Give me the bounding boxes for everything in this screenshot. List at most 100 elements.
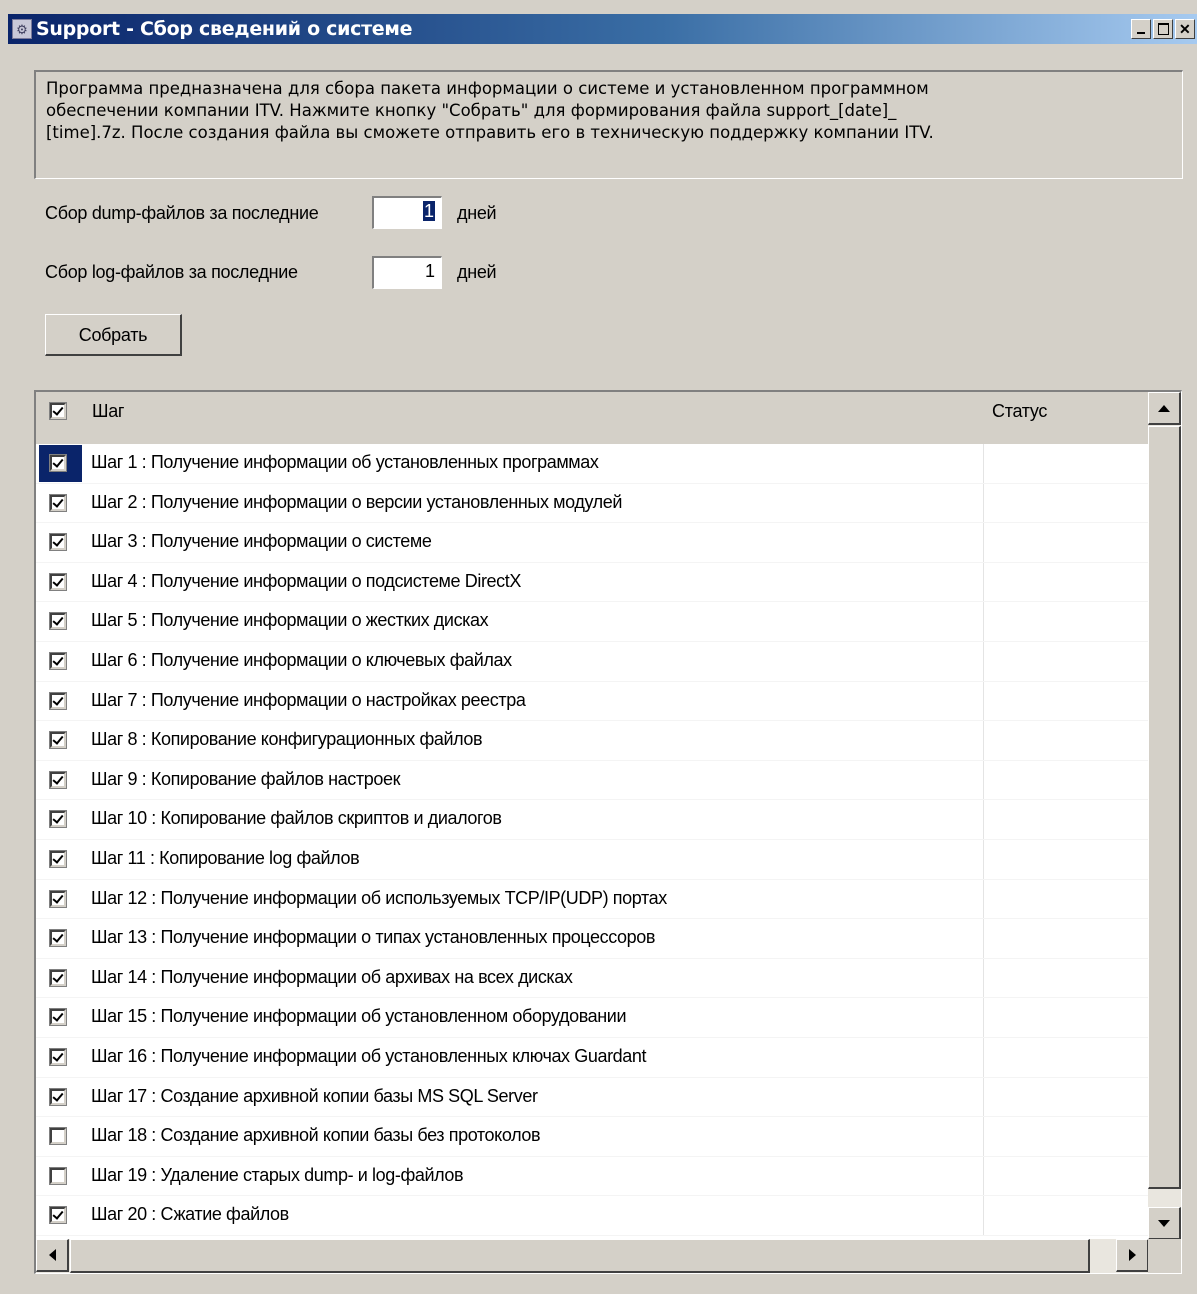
- select-all-checkbox[interactable]: [49, 402, 67, 420]
- vertical-scrollbar[interactable]: [1148, 392, 1181, 1240]
- step-row[interactable]: Шаг 12 : Получение информации об использ…: [36, 879, 1149, 920]
- vertical-scroll-thumb[interactable]: [1148, 426, 1181, 1189]
- column-divider: [983, 1038, 984, 1078]
- step-checkbox[interactable]: [49, 533, 67, 552]
- step-row[interactable]: Шаг 17 : Создание архивной копии базы MS…: [36, 1077, 1149, 1118]
- step-row[interactable]: Шаг 5 : Получение информации о жестких д…: [36, 602, 1149, 642]
- step-label: Шаг 10 : Копирование файлов скриптов и д…: [91, 808, 502, 829]
- column-divider: [983, 681, 984, 722]
- column-divider: [983, 760, 984, 801]
- horizontal-scrollbar[interactable]: [36, 1239, 1149, 1273]
- step-label: Шаг 6 : Получение информации о ключевых …: [91, 650, 512, 670]
- column-divider: [983, 1196, 984, 1236]
- collect-button[interactable]: Собрать: [45, 314, 182, 356]
- maximize-button[interactable]: [1153, 19, 1173, 39]
- step-label: Шаг 3 : Получение информации о системе: [91, 531, 432, 552]
- step-row[interactable]: Шаг 14 : Получение информации об архивах…: [36, 958, 1149, 999]
- close-button[interactable]: [1175, 19, 1195, 39]
- scroll-right-button[interactable]: [1116, 1239, 1149, 1272]
- step-row[interactable]: Шаг 4 : Получение информации о подсистем…: [36, 562, 1149, 603]
- step-label: Шаг 12 : Получение информации об использ…: [91, 887, 667, 908]
- step-checkbox[interactable]: [49, 1008, 67, 1027]
- step-checkbox[interactable]: [49, 731, 67, 750]
- step-checkbox[interactable]: [49, 691, 67, 710]
- step-label: Шаг 16 : Получение информации об установ…: [91, 1046, 647, 1066]
- step-label: Шаг 8 : Копирование конфигурационных фай…: [91, 729, 483, 750]
- step-row[interactable]: Шаг 10 : Копирование файлов скриптов и д…: [36, 800, 1149, 840]
- column-header-step[interactable]: Шаг: [92, 401, 124, 422]
- step-row[interactable]: Шаг 6 : Получение информации о ключевых …: [36, 642, 1149, 682]
- step-label: Шаг 18 : Создание архивной копии базы бе…: [91, 1125, 541, 1146]
- step-checkbox[interactable]: [49, 493, 67, 512]
- title-bar[interactable]: ⚙ Support - Сбор сведений о системе: [8, 14, 1197, 44]
- arrow-down-icon: [1158, 1219, 1170, 1227]
- step-row[interactable]: Шаг 13 : Получение информации о типах ус…: [36, 919, 1149, 959]
- step-row[interactable]: Шаг 18 : Создание архивной копии базы бе…: [36, 1117, 1149, 1157]
- step-checkbox[interactable]: [49, 454, 67, 472]
- step-row[interactable]: Шаг 3 : Получение информации о системе: [36, 523, 1149, 563]
- log-days-input[interactable]: 1: [372, 256, 442, 289]
- step-row[interactable]: Шаг 20 : Сжатие файлов: [36, 1196, 1149, 1236]
- scroll-down-button[interactable]: [1148, 1207, 1181, 1240]
- column-divider: [983, 523, 984, 563]
- step-label: Шаг 2 : Получение информации о версии ус…: [91, 491, 623, 512]
- step-label: Шаг 20 : Сжатие файлов: [91, 1204, 289, 1225]
- row-gridline: [36, 1234, 1149, 1236]
- step-checkbox[interactable]: [49, 612, 67, 631]
- column-divider: [983, 602, 984, 642]
- step-checkbox[interactable]: [49, 810, 67, 829]
- step-checkbox[interactable]: [49, 850, 67, 868]
- step-label: Шаг 4 : Получение информации о подсистем…: [91, 570, 521, 591]
- dump-days-input[interactable]: 1: [372, 196, 442, 229]
- step-checkbox[interactable]: [49, 770, 67, 789]
- step-checkbox[interactable]: [49, 652, 67, 670]
- step-row[interactable]: Шаг 2 : Получение информации о версии ус…: [36, 483, 1149, 524]
- step-label: Шаг 7 : Получение информации о настройка…: [91, 689, 526, 710]
- step-checkbox[interactable]: [49, 1087, 67, 1106]
- arrow-left-icon: [48, 1249, 56, 1261]
- minimize-button[interactable]: [1131, 19, 1151, 39]
- step-checkbox[interactable]: [49, 1048, 67, 1066]
- dump-days-unit: дней: [457, 203, 497, 223]
- step-label: Шаг 5 : Получение информации о жестких д…: [91, 610, 489, 631]
- step-checkbox[interactable]: [49, 1206, 67, 1225]
- column-divider: [983, 1156, 984, 1197]
- step-row[interactable]: Шаг 8 : Копирование конфигурационных фай…: [36, 721, 1149, 761]
- step-checkbox[interactable]: [49, 929, 67, 948]
- step-row[interactable]: Шаг 15 : Получение информации об установ…: [36, 998, 1149, 1038]
- scroll-left-button[interactable]: [36, 1239, 69, 1272]
- column-divider: [983, 958, 984, 999]
- step-label: Шаг 13 : Получение информации о типах ус…: [91, 927, 656, 948]
- step-row[interactable]: Шаг 7 : Получение информации о настройка…: [36, 681, 1149, 722]
- column-header-status[interactable]: Статус: [992, 401, 1047, 422]
- step-label: Шаг 17 : Создание архивной копии базы MS…: [91, 1085, 538, 1106]
- step-row[interactable]: Шаг 16 : Получение информации об установ…: [36, 1038, 1149, 1078]
- arrow-up-icon: [1158, 404, 1170, 412]
- column-divider: [983, 721, 984, 761]
- step-label: Шаг 11 : Копирование log файлов: [91, 848, 360, 868]
- step-label: Шаг 9 : Копирование файлов настроек: [91, 768, 401, 789]
- step-label: Шаг 19 : Удаление старых dump- и log-фай…: [91, 1164, 464, 1185]
- step-checkbox[interactable]: [49, 572, 67, 591]
- step-row[interactable]: Шаг 19 : Удаление старых dump- и log-фай…: [36, 1156, 1149, 1197]
- scroll-corner: [1148, 1239, 1181, 1273]
- column-divider: [983, 562, 984, 603]
- step-checkbox[interactable]: [49, 1127, 67, 1146]
- steps-list[interactable]: Шаг Статус Шаг 1 : Получение информации …: [34, 390, 1182, 1274]
- step-row[interactable]: Шаг 1 : Получение информации об установл…: [36, 444, 1149, 484]
- description-text: Программа предназначена для сбора пакета…: [34, 70, 1183, 179]
- scroll-up-button[interactable]: [1148, 392, 1181, 425]
- log-days-unit: дней: [457, 262, 497, 282]
- horizontal-scroll-thumb[interactable]: [70, 1239, 1090, 1273]
- column-divider: [983, 919, 984, 959]
- column-divider: [983, 642, 984, 682]
- step-checkbox[interactable]: [49, 1166, 67, 1185]
- step-row[interactable]: Шаг 9 : Копирование файлов настроек: [36, 760, 1149, 801]
- step-row[interactable]: Шаг 11 : Копирование log файлов: [36, 840, 1149, 880]
- list-header: Шаг Статус: [36, 392, 1149, 444]
- step-checkbox[interactable]: [49, 889, 67, 908]
- column-divider: [983, 879, 984, 920]
- column-divider: [983, 483, 984, 524]
- column-divider: [983, 1117, 984, 1157]
- step-checkbox[interactable]: [49, 968, 67, 987]
